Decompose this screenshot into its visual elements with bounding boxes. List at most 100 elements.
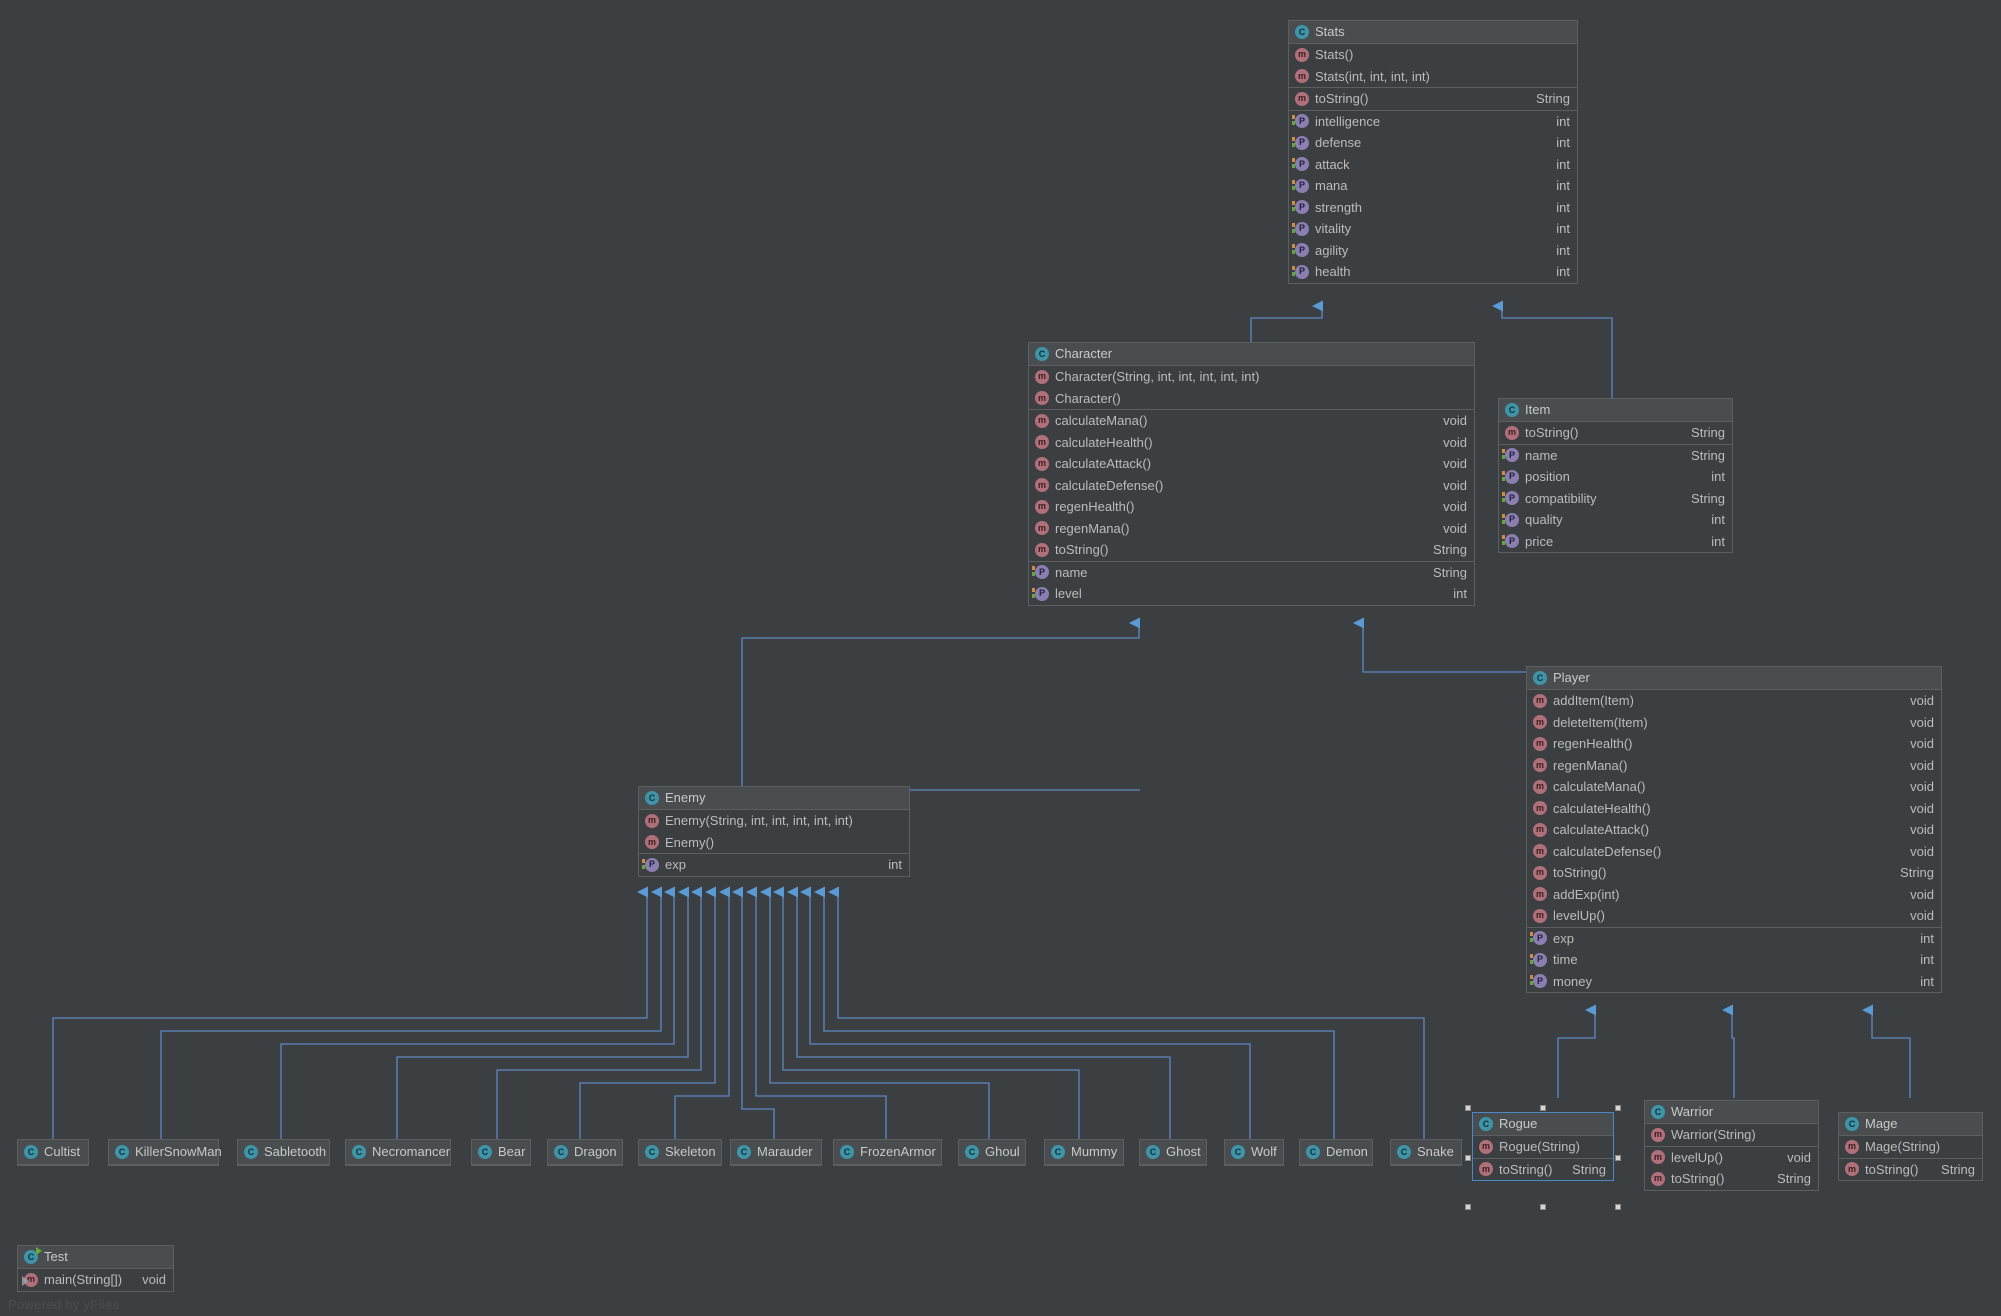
field-row[interactable]: Ppositionint xyxy=(1499,466,1732,488)
member-type: String xyxy=(1777,1168,1811,1190)
constructor-row[interactable]: mCharacter() xyxy=(1029,388,1474,410)
class-node-wolf[interactable]: CWolf xyxy=(1224,1139,1284,1166)
method-row[interactable]: mlevelUp()void xyxy=(1645,1147,1818,1169)
class-header: CCultist xyxy=(18,1140,88,1165)
class-node-marauder[interactable]: CMarauder xyxy=(730,1139,822,1166)
field-row[interactable]: Ppriceint xyxy=(1499,531,1732,553)
property-icon: P xyxy=(1505,513,1519,527)
class-icon: C xyxy=(244,1145,258,1159)
class-node-character[interactable]: C Character mCharacter(String, int, int,… xyxy=(1028,342,1475,606)
class-node-skeleton[interactable]: CSkeleton xyxy=(638,1139,722,1166)
constructor-row[interactable]: mWarrior(String) xyxy=(1645,1124,1818,1146)
method-row[interactable]: mcalculateAttack()void xyxy=(1029,453,1474,475)
constructor-row[interactable]: m Stats(int, int, int, int) xyxy=(1289,66,1577,88)
method-row[interactable]: mregenHealth()void xyxy=(1527,733,1941,755)
method-icon: m xyxy=(1035,391,1049,405)
constructor-row[interactable]: mEnemy(String, int, int, int, int, int) xyxy=(639,810,909,832)
field-row[interactable]: Pagilityint xyxy=(1289,240,1577,262)
class-node-stats[interactable]: C Stats m Stats() m Stats(int, int, int,… xyxy=(1288,20,1578,284)
method-row[interactable]: mdeleteItem(Item)void xyxy=(1527,712,1941,734)
class-node-ghoul[interactable]: CGhoul xyxy=(958,1139,1026,1166)
class-node-mage[interactable]: C Mage mMage(String) mtoString()String xyxy=(1838,1112,1983,1181)
method-row[interactable]: mregenMana()void xyxy=(1029,518,1474,540)
method-row[interactable]: mregenHealth()void xyxy=(1029,496,1474,518)
method-row[interactable]: mlevelUp()void xyxy=(1527,905,1941,927)
field-row[interactable]: Plevelint xyxy=(1029,583,1474,605)
constructor-row[interactable]: mRogue(String) xyxy=(1473,1136,1613,1158)
field-row[interactable]: Pattackint xyxy=(1289,154,1577,176)
method-row[interactable]: mcalculateMana()void xyxy=(1029,410,1474,432)
selection-handle-se[interactable] xyxy=(1615,1204,1621,1210)
method-row[interactable]: mcalculateDefense()void xyxy=(1029,475,1474,497)
selection-handle-ne[interactable] xyxy=(1615,1105,1621,1111)
class-node-enemy[interactable]: C Enemy mEnemy(String, int, int, int, in… xyxy=(638,786,910,877)
constructor-row[interactable]: mEnemy() xyxy=(639,832,909,854)
class-node-player[interactable]: C Player maddItem(Item)void mdeleteItem(… xyxy=(1526,666,1942,993)
method-row[interactable]: mtoString()String xyxy=(1839,1159,1982,1181)
class-node-snake[interactable]: CSnake xyxy=(1390,1139,1462,1166)
constructor-row[interactable]: mCharacter(String, int, int, int, int, i… xyxy=(1029,366,1474,388)
method-row[interactable]: mcalculateDefense()void xyxy=(1527,841,1941,863)
method-row[interactable]: mcalculateMana()void xyxy=(1527,776,1941,798)
field-row[interactable]: Ptimeint xyxy=(1527,949,1941,971)
method-row[interactable]: mtoString()String xyxy=(1527,862,1941,884)
method-row[interactable]: mcalculateAttack()void xyxy=(1527,819,1941,841)
class-node-demon[interactable]: CDemon xyxy=(1299,1139,1373,1166)
field-row[interactable]: Pvitalityint xyxy=(1289,218,1577,240)
class-node-dragon[interactable]: CDragon xyxy=(547,1139,623,1166)
constructor-row[interactable]: m Stats() xyxy=(1289,44,1577,66)
field-row[interactable]: Phealthint xyxy=(1289,261,1577,283)
method-row[interactable]: mtoString()String xyxy=(1029,539,1474,561)
class-name: Rogue xyxy=(1499,1113,1537,1135)
method-icon: m xyxy=(1533,780,1547,794)
selection-handle-sw[interactable] xyxy=(1465,1204,1471,1210)
uml-diagram-canvas[interactable]: C Stats m Stats() m Stats(int, int, int,… xyxy=(0,0,2001,1316)
field-row[interactable]: Pmanaint xyxy=(1289,175,1577,197)
method-row[interactable]: m toString() String xyxy=(1289,88,1577,110)
class-header-player: C Player xyxy=(1527,667,1941,690)
field-row[interactable]: Pmoneyint xyxy=(1527,971,1941,993)
method-icon: m xyxy=(1035,457,1049,471)
field-row[interactable]: Pdefenseint xyxy=(1289,132,1577,154)
class-node-necromancer[interactable]: CNecromancer xyxy=(345,1139,451,1166)
class-node-sabletooth[interactable]: CSabletooth xyxy=(237,1139,330,1166)
member-type: void xyxy=(142,1269,166,1291)
field-row[interactable]: Pexpint xyxy=(639,854,909,876)
class-name: Ghoul xyxy=(985,1140,1020,1164)
field-row[interactable]: Pexpint xyxy=(1527,928,1941,950)
selection-handle-e[interactable] xyxy=(1615,1155,1621,1161)
method-row[interactable]: maddItem(Item)void xyxy=(1527,690,1941,712)
class-header: CFrozenArmor xyxy=(834,1140,941,1165)
method-row[interactable]: mtoString()String xyxy=(1473,1159,1613,1181)
class-node-mummy[interactable]: CMummy xyxy=(1044,1139,1124,1166)
class-node-item[interactable]: C Item mtoString()String PnameString Ppo… xyxy=(1498,398,1733,553)
selection-handle-w[interactable] xyxy=(1465,1155,1471,1161)
constructor-row[interactable]: mMage(String) xyxy=(1839,1136,1982,1158)
class-node-test[interactable]: C Test m main(String[]) void xyxy=(17,1245,174,1292)
class-node-ghost[interactable]: CGhost xyxy=(1139,1139,1207,1166)
class-node-cultist[interactable]: CCultist xyxy=(17,1139,89,1166)
member-type: int xyxy=(1711,466,1725,488)
method-row[interactable]: mtoString()String xyxy=(1499,422,1732,444)
class-node-warrior[interactable]: C Warrior mWarrior(String) mlevelUp()voi… xyxy=(1644,1100,1819,1191)
field-row[interactable]: PcompatibilityString xyxy=(1499,488,1732,510)
field-row[interactable]: Pstrengthint xyxy=(1289,197,1577,219)
selection-handle-nw[interactable] xyxy=(1465,1105,1471,1111)
method-row[interactable]: m main(String[]) void xyxy=(18,1269,173,1291)
class-node-killersnowman[interactable]: CKillerSnowMan xyxy=(108,1139,219,1166)
class-node-rogue[interactable]: C Rogue mRogue(String) mtoString()String xyxy=(1472,1112,1614,1181)
field-row[interactable]: PnameString xyxy=(1029,562,1474,584)
field-row[interactable]: Pqualityint xyxy=(1499,509,1732,531)
method-row[interactable]: mcalculateHealth()void xyxy=(1527,798,1941,820)
selection-handle-s[interactable] xyxy=(1540,1204,1546,1210)
class-node-bear[interactable]: CBear xyxy=(471,1139,531,1166)
field-row[interactable]: Pintelligenceint xyxy=(1289,111,1577,133)
field-row[interactable]: PnameString xyxy=(1499,445,1732,467)
method-row[interactable]: mcalculateHealth()void xyxy=(1029,432,1474,454)
method-icon: m xyxy=(1479,1140,1493,1154)
selection-handle-n[interactable] xyxy=(1540,1105,1546,1111)
method-row[interactable]: mregenMana()void xyxy=(1527,755,1941,777)
method-row[interactable]: maddExp(int)void xyxy=(1527,884,1941,906)
class-node-frozenarmor[interactable]: CFrozenArmor xyxy=(833,1139,942,1166)
method-row[interactable]: mtoString()String xyxy=(1645,1168,1818,1190)
